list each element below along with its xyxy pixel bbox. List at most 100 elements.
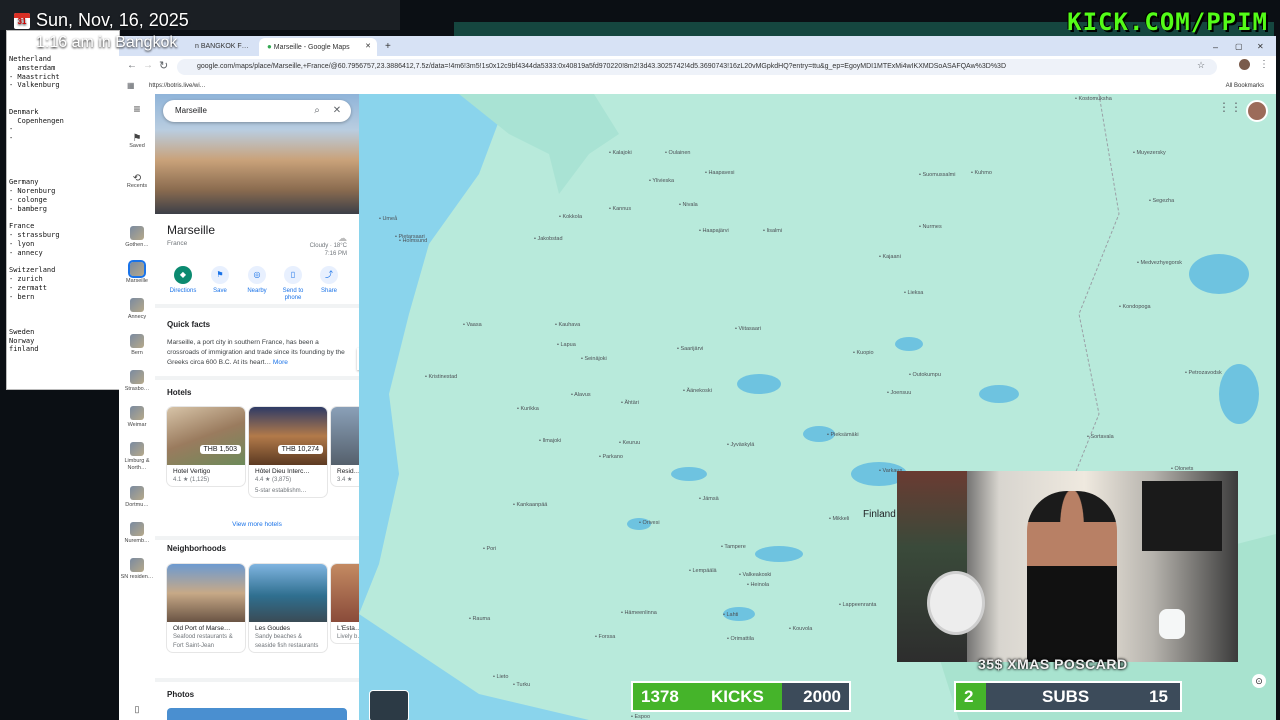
city-label[interactable]: • Alavus [571,392,591,398]
view-more-hotels-link[interactable]: View more hotels [155,521,359,528]
account-avatar[interactable] [1246,100,1268,122]
city-label[interactable]: • Mikkeli [829,516,849,522]
travel-notes[interactable]: Netherland amsterdam - Maastricht - Valk… [6,30,120,390]
city-label[interactable]: • Äänekoski [683,388,712,394]
city-label[interactable]: • Kouvola [789,626,812,632]
hotel-card[interactable]: THB 10,274 Hôtel Dieu Interc… 4.4 ★ (3,8… [249,407,327,497]
city-label[interactable]: • Kalajoki [609,150,632,156]
send-to-phone-button[interactable]: ▯ Send to phone [275,266,311,302]
close-icon[interactable]: ✕ [331,105,343,117]
city-label[interactable]: • Oulainen [665,150,690,156]
rail-place-dortmund[interactable]: Dortmu… [119,486,155,509]
minimize-button[interactable]: – [1205,38,1226,56]
rail-saved[interactable]: ⚑ Saved [119,134,155,149]
city-label[interactable]: • Lieto [493,674,508,680]
city-label[interactable]: • Seinäjoki [581,356,607,362]
more-link[interactable]: More [273,359,288,366]
hotel-card[interactable]: Resid… 3.4 ★ [331,407,359,486]
city-label[interactable]: • Orivesi [639,520,660,526]
city-label[interactable]: • Kuopio [853,350,874,356]
profile-avatar[interactable] [1239,59,1250,70]
rail-place-weimar[interactable]: Weimar [119,406,155,429]
photo-strip[interactable] [167,708,347,720]
city-label[interactable]: • Parkano [599,454,623,460]
city-label[interactable]: • Orimattila [727,636,754,642]
city-label[interactable]: • Jyväskylä [727,442,754,448]
rail-place-limburg[interactable]: Limburg & North… [119,442,155,471]
city-label[interactable]: • Petrozavodsk [1185,370,1222,376]
city-label[interactable]: • Kostomuksha [1075,96,1112,102]
tab-google-maps[interactable]: ● Marseille - Google Maps ✕ [259,38,377,56]
search-icon[interactable]: ⌕ [311,105,323,117]
rail-place-sn-residence[interactable]: SN residen… [119,558,155,581]
share-button[interactable]: ⤴ Share [311,266,347,295]
city-label[interactable]: • Lempäälä [689,568,717,574]
city-label[interactable]: • Kokkola [559,214,582,220]
city-label[interactable]: • Sortavala [1087,434,1114,440]
city-label[interactable]: • Kankaanpää [513,502,547,508]
city-label[interactable]: • Lahti [723,612,738,618]
reload-icon[interactable]: ↻ [159,59,168,72]
city-label[interactable]: • Ylivieska [649,178,674,184]
city-label[interactable]: • Umeå [379,216,397,222]
city-label[interactable]: • Valkeakoski [739,572,771,578]
city-label[interactable]: • Vaasa [463,322,482,328]
save-button[interactable]: ⚑ Save [202,266,238,295]
rail-place-bern[interactable]: Bern [119,334,155,357]
back-icon[interactable]: ← [127,60,137,71]
neighborhood-card[interactable]: L'Esta… Lively b… restau… [331,564,359,643]
apps-grid-icon[interactable]: ▦ [127,78,135,94]
forward-icon[interactable]: → [143,60,153,71]
city-label[interactable]: • Heinola [747,582,769,588]
city-label[interactable]: • Segezha [1149,198,1174,204]
city-label[interactable]: • Kajaani [879,254,901,260]
city-label[interactable]: • Kuhmo [971,170,992,176]
star-icon[interactable]: ☆ [1197,60,1205,71]
close-window-button[interactable]: ✕ [1249,38,1272,56]
apps-grid-icon[interactable]: ⋮⋮ [1218,100,1242,114]
rail-place-gothenburg[interactable]: Gothen… [119,226,155,249]
city-label[interactable]: • Medvezhyegorsk [1137,260,1182,266]
city-label[interactable]: • Kannus [609,206,631,212]
city-label[interactable]: • Kurikka [517,406,539,412]
city-label[interactable]: • Lapua [557,342,576,348]
city-label[interactable]: • Nurmes [919,224,942,230]
phone-icon[interactable]: ▯ [119,705,155,713]
hamburger-menu-icon[interactable]: ≡ [119,103,155,114]
directions-button[interactable]: ◆ Directions [165,266,201,295]
city-label[interactable]: • Nivala [679,202,698,208]
city-label[interactable]: • Rauma [469,616,490,622]
rail-place-strasbourg[interactable]: Strasbo… [119,370,155,393]
city-label[interactable]: • Viitasaari [735,326,761,332]
city-label[interactable]: • Kristinestad [425,374,457,380]
address-bar[interactable]: google.com/maps/place/Marseille,+France/… [177,59,1217,75]
city-label[interactable]: • Lappeenranta [839,602,876,608]
city-label[interactable]: • Turku [513,682,530,688]
neighborhood-card[interactable]: Old Port of Marse… Seafood restaurants &… [167,564,245,652]
city-label[interactable]: • Kauhava [555,322,580,328]
all-bookmarks[interactable]: All Bookmarks [1226,78,1264,94]
tab-bangkok[interactable]: n BANGKOK F… [187,38,259,56]
city-label[interactable]: • Outokumpu [909,372,941,378]
rail-place-nuremberg[interactable]: Nuremb… [119,522,155,545]
city-label[interactable]: • Haapavesi [705,170,734,176]
city-label[interactable]: • Tampere [721,544,746,550]
rail-place-annecy[interactable]: Annecy [119,298,155,321]
city-label[interactable]: • Ähtäri [621,400,639,406]
city-label[interactable]: • Iisalmi [763,228,782,234]
search-input[interactable]: Marseille ⌕ ✕ [163,100,351,122]
city-label[interactable]: • Keuruu [619,440,640,446]
city-label[interactable]: • Forssa [595,634,615,640]
city-label[interactable]: • Suomussalmi [919,172,955,178]
city-label[interactable]: • Joensuu [887,390,911,396]
close-tab-icon[interactable]: ✕ [365,38,371,56]
bookmark-botris[interactable]: https://botris.live/wi… [149,78,206,94]
city-label[interactable]: • Kondopoga [1119,304,1151,310]
city-label[interactable]: • Pori [483,546,496,552]
city-label[interactable]: • Holmsund [399,238,427,244]
city-label[interactable]: • Hämeenlinna [621,610,657,616]
neighborhood-card[interactable]: Les Goudes Sandy beaches & seaside fish … [249,564,327,652]
rail-place-marseille[interactable]: Marseille [119,260,155,285]
city-label[interactable]: • Jämsä [699,496,719,502]
city-label[interactable]: • Jakobstad [534,236,563,242]
